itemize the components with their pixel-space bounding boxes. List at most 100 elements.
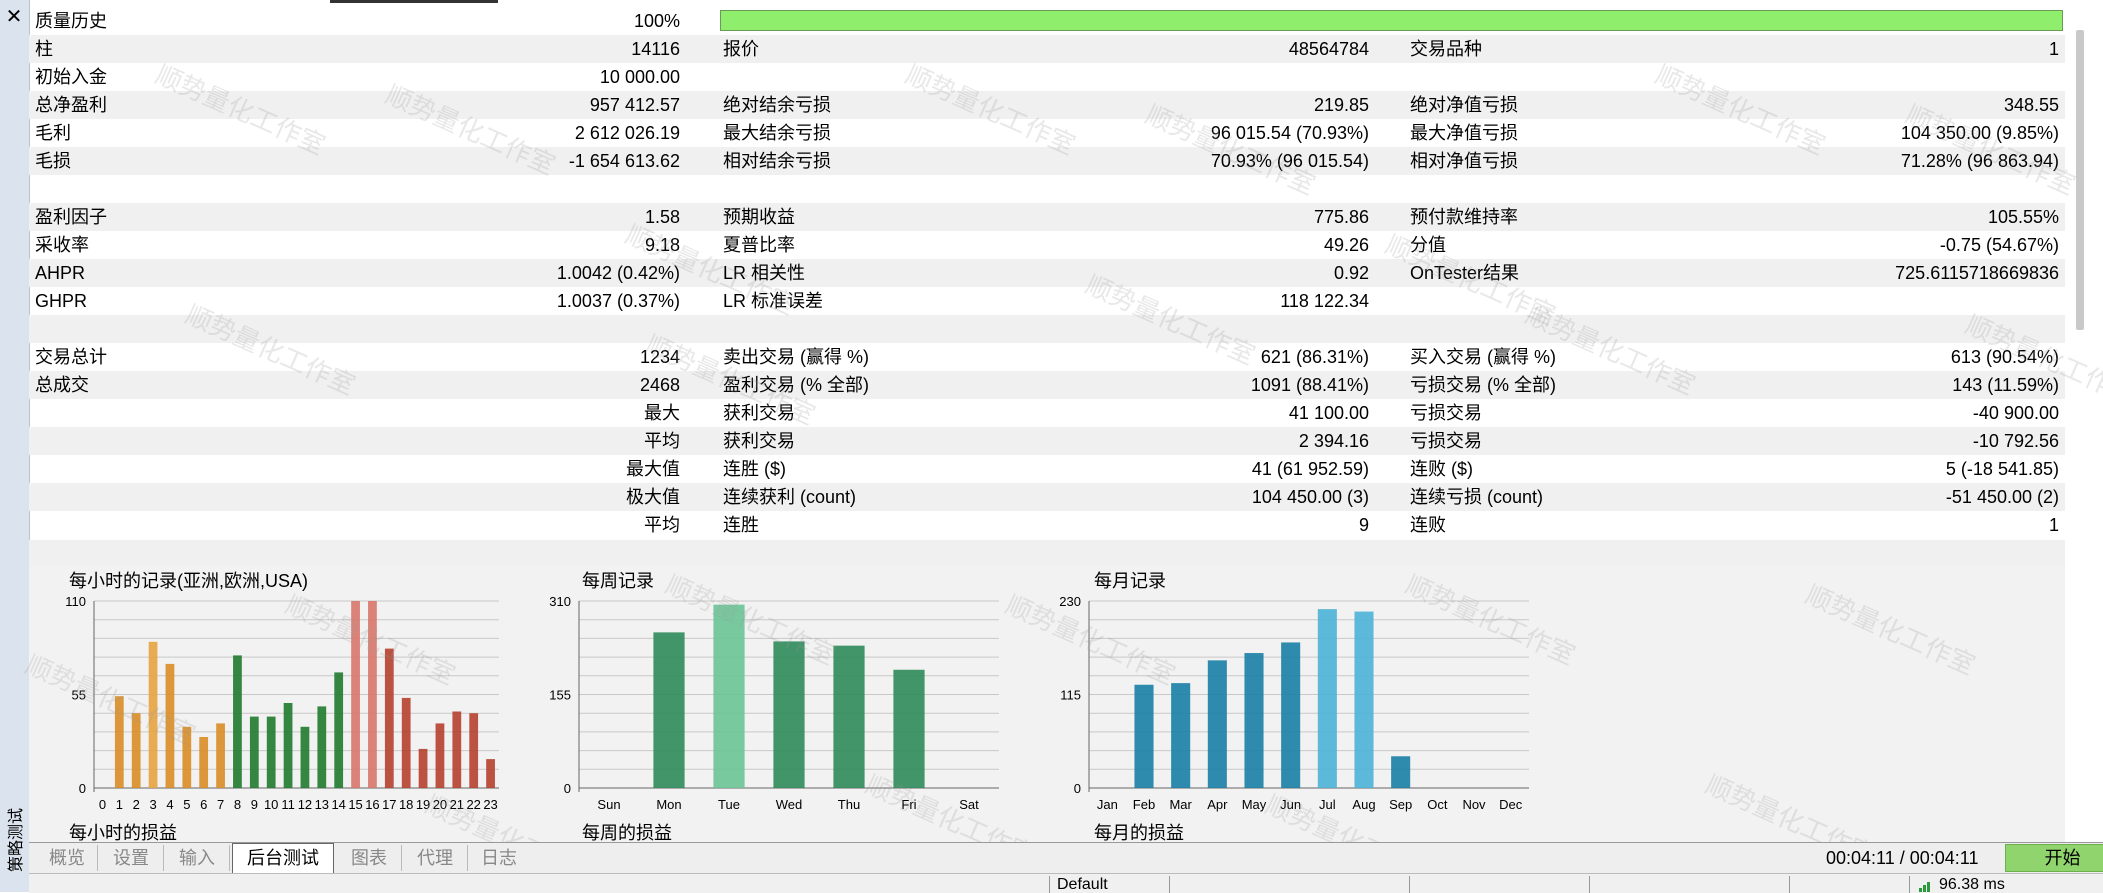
x-tick-label: Wed [776,797,803,812]
undefined-bar [351,601,360,788]
status-divider [1589,876,1590,893]
x-tick-label: May [1242,797,1267,812]
backtest-stats-table: 质量历史 100% 柱 14116 报价 48564784 交易品种 1 初始入… [29,7,2065,540]
undefined-bar [1317,609,1337,788]
x-tick-label: Aug [1352,797,1375,812]
stats-row-trades: 交易总计 1234 卖出交易 (赢得 %) 621 (86.31%) 买入交易 … [29,343,2065,371]
x-tick-label: Mon [656,797,681,812]
x-tick-label: Feb [1133,797,1155,812]
stats-row-largest: 最大 获利交易 41 100.00 亏损交易 -40 900.00 [29,399,2065,427]
stat-value: 105.55% [1987,207,2059,227]
tab-settings[interactable]: 设置 [99,845,164,871]
stats-row-maxconsecutive: 最大值 连胜 ($) 41 (61 952.59) 连败 ($) 5 (-18 … [29,455,2065,483]
stats-row-maxconsecutivecount: 极大值 连续获利 (count) 104 450.00 (3) 连续亏损 (co… [29,483,2065,511]
status-divider [1909,876,1910,893]
stat-value: 1 [2048,515,2059,535]
stats-row-quality: 质量历史 100% [29,7,2065,35]
x-tick-label: 13 [315,797,329,812]
elapsed-time: 00:04:11 / 00:04:11 [1826,848,1979,868]
undefined-bar [452,711,462,788]
stats-row-netprofit: 总净盈利 957 412.57 绝对结余亏损 219.85 绝对净值亏损 348… [29,91,2065,119]
stat-value: 1 [2048,39,2059,59]
x-tick-label: Sep [1389,797,1412,812]
close-icon[interactable]: ✕ [3,6,25,28]
x-tick-label: 0 [99,797,106,812]
y-tick-label: 0 [1074,781,1081,796]
x-tick-label: 16 [365,797,379,812]
x-tick-label: 20 [433,797,447,812]
vertical-scrollbar[interactable] [2073,30,2087,330]
undefined-bar [1281,642,1301,788]
x-tick-label: Tue [718,797,740,812]
undefined-bar [486,759,495,788]
stats-row-ahpr: AHPR 1.0042 (0.42%) LR 相关性 0.92 OnTester… [29,259,2065,287]
stats-row-deposit: 初始入金 10 000.00 [29,63,2065,91]
x-tick-label: 21 [450,797,464,812]
y-tick-label: 110 [65,594,86,609]
undefined-bar [233,655,242,788]
x-tick-label: Sat [959,797,979,812]
stats-row-average: 平均 获利交易 2 394.16 亏损交易 -10 792.56 [29,427,2065,455]
tab-agents[interactable]: 代理 [403,845,468,871]
undefined-bar [418,748,428,788]
x-tick-label: 7 [217,797,224,812]
x-tick-label: 10 [264,797,278,812]
x-tick-label: 9 [251,797,258,812]
undefined-bar [1354,611,1374,788]
tester-tabs-bar: 概览 设置 输入 后台测试 图表 代理 日志 00:04:11 / 00:04:… [29,842,2103,873]
y-tick-label: 55 [72,688,86,703]
undefined-bar [653,632,685,788]
tab-graph[interactable]: 图表 [337,845,402,871]
undefined-bar [114,696,124,788]
stats-row-grossloss: 毛损 -1 654 613.62 相对结余亏损 70.93% (96 015.5… [29,147,2065,175]
stats-row-profitfactor: 盈利因子 1.58 预期收益 775.86 预付款维持率 105.55% [29,203,2065,231]
undefined-bar [773,641,805,788]
x-tick-label: 4 [166,797,173,812]
y-tick-label: 0 [564,781,571,796]
undefined-bar [833,645,865,788]
x-tick-label: 15 [348,797,362,812]
undefined-bar [165,663,175,788]
side-panel-strip: ✕ 策略测试 [0,0,30,892]
x-tick-label: Jul [1319,797,1336,812]
x-tick-label: Jan [1097,797,1118,812]
undefined-bar [1171,683,1191,788]
stat-value: -51 450.00 (2) [1945,487,2059,507]
tab-backtest[interactable]: 后台测试 [232,843,334,873]
quality-progress-bar [720,10,2063,31]
undefined-bar [216,723,225,788]
x-tick-label: Mar [1169,797,1192,812]
monthly-chart-title: 每小时的记录(亚洲,欧洲,USA) [69,571,308,591]
ping-value: 96.38 ms [1939,876,2005,893]
start-button[interactable]: 开始 [2005,844,2103,872]
stats-row-deals: 总成交 2468 盈利交易 (% 全部) 1091 (88.41%) 亏损交易 … [29,371,2065,399]
profile-name[interactable]: Default [1057,876,1108,893]
tab-overview[interactable]: 概览 [37,845,98,871]
undefined-bar [199,737,209,788]
tab-inputs[interactable]: 输入 [165,845,230,871]
undefined-bar [401,697,411,788]
scrollbar-thumb[interactable] [2076,30,2084,330]
undefined-bar [317,706,327,788]
stats-row-ghpr: GHPR 1.0037 (0.37%) LR 标准误差 118 122.34 [29,287,2065,315]
undefined-bar [334,672,344,788]
undefined-bar [713,604,745,788]
x-tick-label: Oct [1427,797,1448,812]
stat-value: -40 900.00 [1972,403,2059,423]
status-divider [1789,876,1790,893]
tab-journal[interactable]: 日志 [469,845,529,871]
top-tab-indicator [330,0,498,3]
status-divider [1049,876,1050,893]
x-tick-label: Fri [901,797,916,812]
stat-value: 143 (11.59%) [1952,375,2059,395]
stats-row-grossprofit: 毛利 2 612 026.19 最大结余亏损 96 015.54 (70.93%… [29,119,2065,147]
undefined-bar [435,723,445,788]
y-tick-label: 230 [1059,594,1081,609]
undefined-bar [266,716,276,788]
undefined-chart-xlabel: 每周的损益 [582,823,672,842]
x-tick-label: Jun [1280,797,1301,812]
x-tick-label: 1 [116,797,123,812]
undefined-bar [469,713,479,788]
undefined-bar [368,601,377,788]
section-divider [29,540,2065,567]
